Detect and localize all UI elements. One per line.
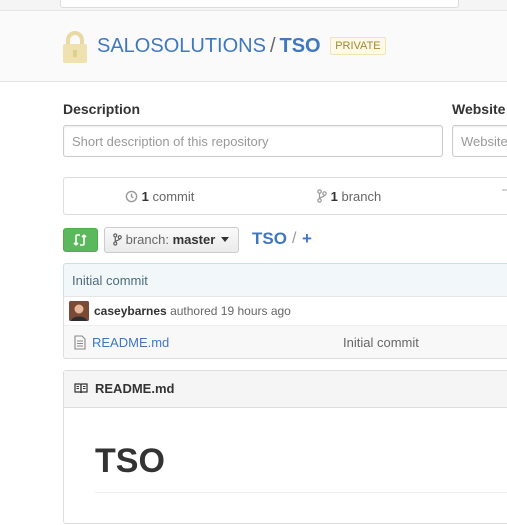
repo-name-link[interactable]: TSO — [280, 35, 321, 57]
add-file-button[interactable]: + — [302, 229, 312, 249]
breadcrumb-separator: / — [292, 230, 297, 247]
repo-owner-link[interactable]: SALOSOLUTIONS — [97, 35, 266, 57]
tag-icon-graphic — [502, 189, 507, 191]
commit-authored-time: authored 19 hours ago — [170, 304, 291, 318]
commits-label: commit — [152, 189, 195, 204]
readme-heading: TSO — [95, 442, 165, 480]
avatar[interactable] — [69, 301, 89, 321]
description-input[interactable] — [63, 125, 443, 157]
history-icon — [125, 190, 138, 203]
commit-author-info: caseybarnes authored 19 hours ago — [94, 304, 291, 318]
readme-box: README.md TSO — [63, 370, 507, 524]
repo-summary-bar: 1 commit 1 branch — [63, 177, 507, 215]
tag-icon[interactable] — [501, 189, 507, 205]
description-label: Description — [63, 101, 141, 117]
compare-icon — [73, 234, 87, 246]
latest-commit-bar: Initial commit — [63, 263, 507, 297]
branch-select-button[interactable]: branch: master — [104, 227, 239, 253]
branches-summary-link[interactable]: 1 branch — [317, 189, 381, 204]
header-search-box[interactable] — [60, 0, 459, 8]
readme-header: README.md — [64, 371, 507, 408]
commits-count: 1 — [141, 189, 149, 204]
commit-author-row: caseybarnes authored 19 hours ago — [63, 296, 507, 326]
repo-title: SALOSOLUTIONS / TSO PRIVATE — [97, 34, 386, 58]
lock-icon — [63, 31, 87, 63]
repo-title-separator: / — [269, 35, 276, 57]
caret-down-icon — [220, 237, 229, 242]
readme-title: README.md — [95, 381, 175, 396]
book-icon — [74, 383, 88, 394]
branch-name: master — [172, 232, 216, 247]
website-label: Website — [452, 101, 506, 117]
latest-commit-message[interactable]: Initial commit — [72, 273, 148, 288]
file-text-icon — [74, 335, 86, 350]
readme-heading-divider — [95, 492, 507, 493]
git-branch-icon — [113, 233, 122, 246]
branches-count: 1 — [330, 189, 338, 204]
branch-prefix: branch: — [125, 232, 169, 247]
compare-button[interactable] — [63, 228, 98, 252]
commit-author-link[interactable]: caseybarnes — [94, 304, 167, 318]
git-branch-icon — [317, 189, 327, 203]
table-row: README.md Initial commit — [63, 325, 507, 359]
file-name-link[interactable]: README.md — [92, 335, 169, 350]
commits-summary-link[interactable]: 1 commit — [125, 189, 194, 204]
breadcrumb-repo-link[interactable]: TSO — [252, 229, 287, 249]
branches-label: branch — [341, 189, 382, 204]
file-commit-message[interactable]: Initial commit — [343, 335, 419, 350]
private-badge: PRIVATE — [330, 37, 386, 55]
avatar-image — [69, 301, 89, 321]
website-input[interactable] — [452, 125, 507, 157]
